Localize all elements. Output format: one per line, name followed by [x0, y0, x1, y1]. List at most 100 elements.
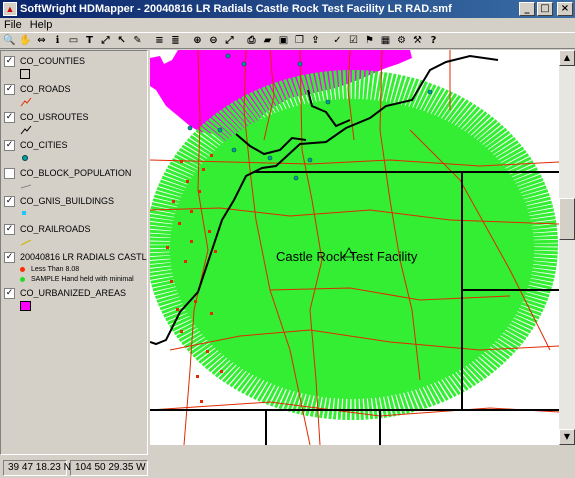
- layer-co-usroutes[interactable]: ✓ CO_USROUTES: [4, 111, 147, 135]
- low-signal-point: [220, 370, 223, 373]
- scroll-up-icon[interactable]: ▲: [559, 50, 575, 66]
- menu-help[interactable]: Help: [30, 19, 53, 31]
- print-icon[interactable]: ⎙: [244, 33, 259, 48]
- check-icon[interactable]: ✓: [330, 33, 345, 48]
- pointer-icon[interactable]: ↖: [114, 33, 129, 48]
- city-swatch-icon: [22, 155, 28, 161]
- legend-dot-icon: [20, 266, 25, 272]
- county-swatch-icon: [20, 69, 30, 79]
- city-point: [187, 125, 193, 131]
- legend-label: Less Than 8.08: [31, 265, 80, 273]
- label-icon[interactable]: ▭: [66, 33, 81, 48]
- low-signal-point: [210, 312, 213, 315]
- road-swatch-icon: [20, 97, 32, 107]
- city-point: [307, 157, 313, 163]
- distance-icon[interactable]: ⇔: [34, 33, 49, 48]
- settings-icon[interactable]: ⚙: [394, 33, 409, 48]
- latitude-readout: 39 47 18.23 N: [3, 460, 71, 476]
- low-signal-point: [176, 308, 179, 311]
- layer-checkbox[interactable]: ✓: [4, 223, 15, 235]
- layer-co-roads[interactable]: ✓ CO_ROADS: [4, 83, 147, 107]
- tools-icon[interactable]: ⚒: [410, 33, 425, 48]
- window-controls: _ □ ×: [519, 2, 573, 16]
- layer-checkbox[interactable]: ✓: [4, 83, 15, 95]
- window-title: SoftWright HDMapper - 20040816 LR Radial…: [20, 3, 452, 15]
- layer-co-gnis-buildings[interactable]: ✓ CO_GNIS_BUILDINGS: [4, 195, 147, 215]
- layer-label: CO_CITIES: [20, 140, 68, 150]
- layer-label: CO_USROUTES: [20, 112, 89, 122]
- layer-checkbox[interactable]: ✓: [4, 287, 15, 299]
- legend-label: SAMPLE Hand held with minimal: [31, 275, 134, 283]
- layer-label: CO_RAILROADS: [20, 224, 91, 234]
- route-swatch-icon: [20, 125, 32, 135]
- layer-checkbox[interactable]: [4, 167, 15, 179]
- scroll-thumb[interactable]: [559, 198, 575, 240]
- close-button[interactable]: ×: [557, 2, 573, 16]
- low-signal-point: [190, 240, 193, 243]
- map-view[interactable]: Castle Rock Test Facility: [150, 50, 559, 445]
- point-tool-icon[interactable]: ✎: [130, 33, 145, 48]
- layer-co-railroads[interactable]: ✓ CO_RAILROADS: [4, 223, 147, 246]
- resize-icon[interactable]: ⤢: [98, 33, 113, 48]
- full-extent-icon[interactable]: ⤢: [222, 33, 237, 48]
- layer-checkbox[interactable]: ✓: [4, 55, 15, 67]
- low-signal-point: [178, 222, 181, 225]
- population-swatch-icon: [20, 184, 32, 189]
- low-signal-point: [200, 400, 203, 403]
- layer-co-block-population[interactable]: CO_BLOCK_POPULATION: [4, 167, 147, 189]
- low-signal-point: [186, 180, 189, 183]
- station-icon[interactable]: ⚑: [362, 33, 377, 48]
- layer-checkbox[interactable]: ✓: [4, 139, 15, 151]
- scroll-down-icon[interactable]: ▼: [559, 429, 575, 445]
- help-icon[interactable]: ?: [426, 33, 441, 48]
- copy-icon[interactable]: ❐: [292, 33, 307, 48]
- map-canvas[interactable]: Castle Rock Test Facility: [150, 50, 559, 445]
- zoom-icon[interactable]: 🔍: [2, 33, 17, 48]
- minimize-button[interactable]: _: [519, 2, 535, 16]
- layer-label: CO_GNIS_BUILDINGS: [20, 196, 115, 206]
- layer-checkbox[interactable]: ✓: [4, 111, 15, 123]
- low-signal-point: [206, 350, 209, 353]
- layer-checkbox[interactable]: ✓: [4, 251, 15, 263]
- menu-file[interactable]: File: [4, 19, 22, 31]
- app-icon[interactable]: ▲: [3, 2, 17, 16]
- grid-icon[interactable]: ▦: [378, 33, 393, 48]
- layers-edit-icon[interactable]: ≣: [168, 33, 183, 48]
- layer-label: CO_ROADS: [20, 84, 71, 94]
- layer-checkbox[interactable]: ✓: [4, 195, 15, 207]
- layer-co-counties[interactable]: ✓ CO_COUNTIES: [4, 55, 147, 79]
- layer-label: CO_COUNTIES: [20, 56, 86, 66]
- export-icon[interactable]: ⇪: [308, 33, 323, 48]
- site-label: Castle Rock Test Facility: [276, 249, 418, 264]
- low-signal-point: [180, 330, 183, 333]
- low-signal-point: [184, 260, 187, 263]
- layer-co-cities[interactable]: ✓ CO_CITIES: [4, 139, 147, 161]
- maximize-button[interactable]: □: [537, 2, 553, 16]
- info-icon[interactable]: ℹ: [50, 33, 65, 48]
- city-point: [267, 155, 273, 161]
- legend-dot-icon: [20, 276, 25, 282]
- building-swatch-icon: [22, 211, 26, 215]
- save-icon[interactable]: ▣: [276, 33, 291, 48]
- open-folder-icon[interactable]: ▰: [260, 33, 275, 48]
- layer-20040816-lr-radials-castle-roc[interactable]: ✓ 20040816 LR RADIALS CASTLE ROC Less Than…: [4, 251, 147, 283]
- city-point: [427, 89, 433, 95]
- low-signal-point: [190, 210, 193, 213]
- text-tool-icon[interactable]: T: [82, 33, 97, 48]
- zoom-out-icon[interactable]: ⊖: [206, 33, 221, 48]
- layers-icon[interactable]: ≡: [152, 33, 167, 48]
- map-check-icon[interactable]: ☑: [346, 33, 361, 48]
- legend-entry: Less Than 8.08: [20, 264, 134, 274]
- city-point: [297, 61, 303, 67]
- zoom-in-icon[interactable]: ⊕: [190, 33, 205, 48]
- horizontal-scrollbar[interactable]: [150, 445, 559, 455]
- menu-bar: File Help: [0, 18, 575, 32]
- vertical-scrollbar[interactable]: ▲ ▼: [559, 50, 575, 445]
- city-point: [225, 53, 231, 59]
- layer-co-urbanized-areas[interactable]: ✓ CO_URBANIZED_AREAS: [4, 287, 147, 311]
- pan-hand-icon[interactable]: ✋: [18, 33, 33, 48]
- low-signal-point: [170, 280, 173, 283]
- low-signal-point: [210, 154, 213, 157]
- low-signal-point: [196, 375, 199, 378]
- layer-label: 20040816 LR RADIALS CASTLE ROC: [20, 252, 147, 262]
